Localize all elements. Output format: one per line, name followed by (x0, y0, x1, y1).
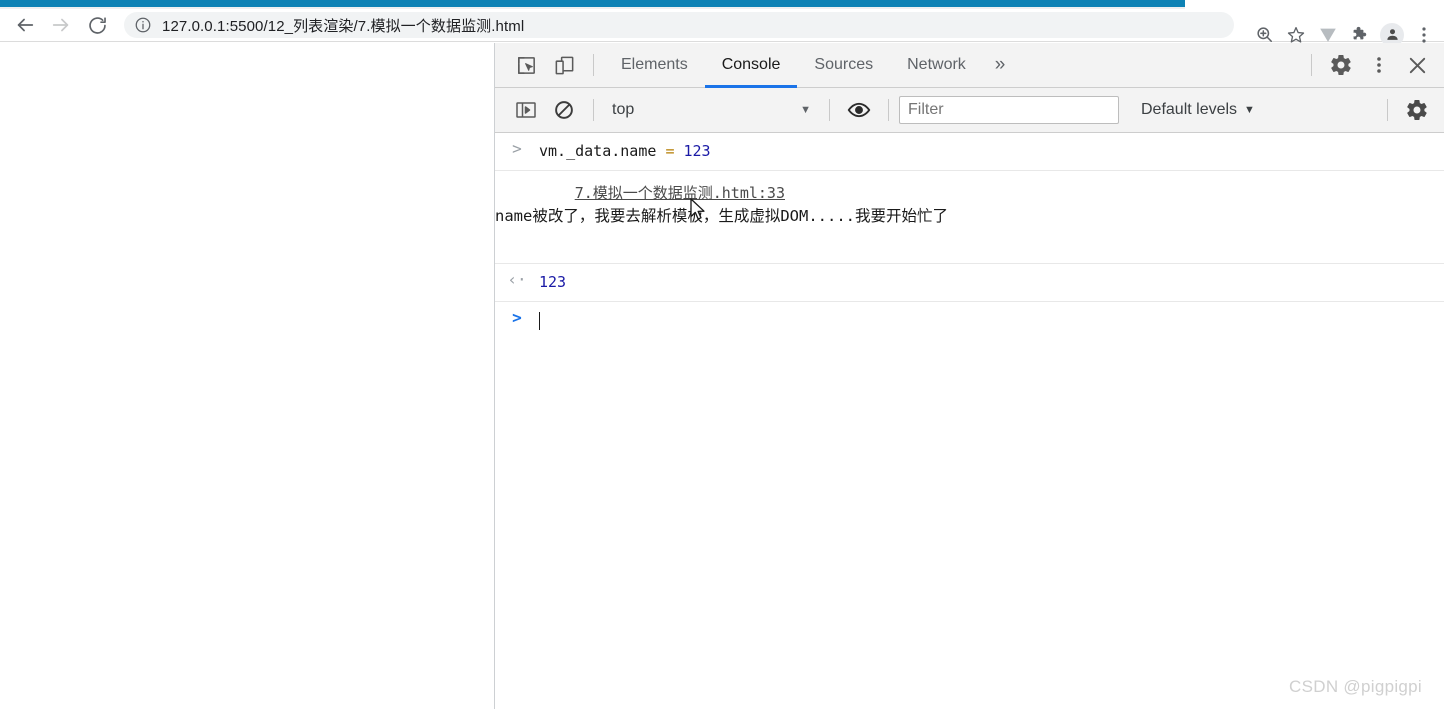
console-sidebar-icon[interactable] (507, 91, 545, 129)
tab-strip-accent (0, 0, 1185, 7)
tab-console-label: Console (721, 56, 781, 73)
devtools-menu-icon[interactable] (1360, 46, 1398, 84)
console-prompt-icon: > (512, 308, 522, 327)
live-expression-eye-icon[interactable] (840, 91, 878, 129)
devtools-tabbar-actions (1301, 46, 1444, 84)
forward-arrow-icon (52, 18, 69, 32)
tab-network-label: Network (907, 56, 966, 73)
command-prompt-icon: > (512, 139, 522, 158)
clear-console-icon[interactable] (545, 91, 583, 129)
gear-glyph (1331, 55, 1351, 75)
tab-strip (0, 0, 1444, 9)
console-result-value: 123 (539, 273, 567, 291)
console-filter-placeholder: Filter (908, 101, 944, 118)
console-filter-bar: top ▼ Filter Default levels ▼ (495, 88, 1444, 133)
log-levels-selector[interactable]: Default levels ▼ (1131, 101, 1265, 119)
console-log-row[interactable]: name被改了，我要去解析模板，生成虚拟DOM.....我要开始忙了 7.模拟一… (495, 171, 1444, 264)
filterbar-divider-4 (1387, 99, 1388, 121)
puzzle-glyph (1353, 26, 1367, 39)
filterbar-divider-2 (829, 99, 830, 121)
filterbar-divider-1 (593, 99, 594, 121)
text-caret (539, 312, 540, 330)
site-info-icon[interactable] (134, 16, 152, 34)
person-glyph (1386, 29, 1398, 40)
execution-context-value: top (612, 101, 635, 118)
console-prompt-input[interactable] (539, 312, 540, 331)
back-button[interactable] (10, 11, 40, 39)
tab-elements[interactable]: Elements (604, 43, 705, 88)
command-token-identifier: vm._data.name (539, 142, 666, 160)
close-x-glyph (1409, 57, 1425, 73)
console-prompt-row[interactable]: > (495, 302, 1444, 341)
tab-sources[interactable]: Sources (797, 43, 890, 88)
result-arrow-icon: ‹· (507, 270, 527, 289)
tab-strip-empty (1185, 0, 1444, 9)
more-tabs-label: » (994, 54, 1006, 75)
close-devtools-icon[interactable] (1398, 46, 1436, 84)
command-token-number: 123 (683, 142, 711, 160)
gear-glyph (1407, 100, 1427, 120)
kebab-glyph (1377, 57, 1381, 73)
console-message-list[interactable]: > vm._data.name = 123 name被改了，我要去解析模板，生成… (495, 133, 1444, 709)
browser-window: 127.0.0.1:5500/12_列表渲染/7.模拟一个数据监测.html E… (0, 0, 1444, 709)
tab-console[interactable]: Console (704, 43, 798, 88)
filterbar-right (1377, 91, 1444, 129)
arrow-cursor-icon (690, 198, 705, 220)
console-command-text: vm._data.name = 123 (539, 142, 711, 160)
device-toolbar-icon[interactable] (545, 46, 583, 84)
tab-sources-label: Sources (814, 56, 874, 73)
console-settings-gear-icon[interactable] (1398, 91, 1436, 129)
chevron-down-icon: ▼ (800, 104, 811, 116)
console-command-row[interactable]: > vm._data.name = 123 (495, 133, 1444, 171)
forward-button[interactable] (46, 11, 76, 39)
browser-toolbar: 127.0.0.1:5500/12_列表渲染/7.模拟一个数据监测.html (0, 9, 1444, 47)
tab-network[interactable]: Network (890, 43, 983, 88)
reload-icon (88, 16, 106, 34)
chevron-down-icon: ▼ (1244, 104, 1255, 116)
console-filter-input[interactable]: Filter (899, 96, 1119, 124)
sidebar-show-glyph (516, 102, 536, 118)
mouse-cursor (690, 198, 708, 229)
no-entry-glyph (555, 101, 573, 119)
devtools-panel: Elements Console Sources Network » top ▼… (495, 43, 1444, 709)
actions-divider (1311, 54, 1312, 76)
command-token-operator: = (665, 142, 684, 160)
csdn-watermark: CSDN @pigpigpi (1289, 677, 1422, 696)
console-log-source-link[interactable]: 7.模拟一个数据监测.html:33 (575, 181, 785, 206)
device-glyph (555, 56, 573, 74)
star-glyph (1287, 26, 1305, 43)
address-bar[interactable]: 127.0.0.1:5500/12_列表渲染/7.模拟一个数据监测.html (124, 12, 1234, 38)
console-log-content: name被改了，我要去解析模板，生成虚拟DOM.....我要开始忙了 7.模拟一… (495, 184, 1444, 251)
execution-context-selector[interactable]: top ▼ (604, 96, 819, 124)
inspect-cursor-glyph (517, 56, 535, 74)
log-levels-label: Default levels (1141, 101, 1238, 118)
console-log-message: name被改了，我要去解析模板，生成虚拟DOM.....我要开始忙了 (495, 207, 948, 225)
reload-button[interactable] (82, 11, 112, 39)
console-result-row[interactable]: ‹· 123 (495, 264, 1444, 302)
address-bar-url: 127.0.0.1:5500/12_列表渲染/7.模拟一个数据监测.html (162, 17, 525, 35)
magnifier-glyph (1256, 27, 1272, 42)
page-viewport[interactable] (0, 43, 494, 709)
tab-elements-label: Elements (621, 56, 688, 73)
kebab-glyph (1422, 26, 1426, 43)
eye-glyph (847, 102, 871, 118)
settings-gear-icon[interactable] (1322, 46, 1360, 84)
back-arrow-icon (17, 18, 34, 32)
tabbar-divider (593, 54, 594, 76)
more-tabs-button[interactable]: » (983, 43, 1018, 88)
devtools-tabbar: Elements Console Sources Network » (495, 43, 1444, 88)
filterbar-divider-3 (888, 99, 889, 121)
inspect-element-icon[interactable] (507, 46, 545, 84)
